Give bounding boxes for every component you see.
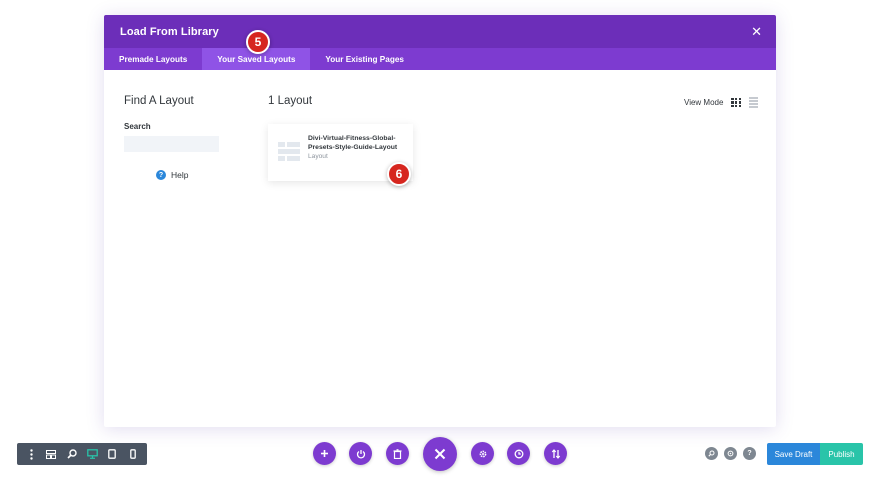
close-icon[interactable]: ✕ [751,24,762,40]
sort-button[interactable] [544,442,567,465]
layout-type: Layout [308,153,328,161]
history-button[interactable] [507,442,530,465]
find-layout-title: Find A Layout [124,95,194,107]
step-badge-tab: 5 [246,30,270,54]
list-view-icon[interactable] [749,97,758,108]
modal-title: Load From Library [120,25,219,38]
grid-view-icon[interactable] [731,97,741,108]
help-link[interactable]: ? Help [156,170,224,180]
portability-button[interactable] [349,442,372,465]
search-label: Search [124,122,151,131]
phone-view-icon[interactable] [123,443,143,465]
layout-icon [278,142,300,161]
layers-icon[interactable] [724,447,737,460]
trash-icon [393,448,402,459]
layout-name: Divi-Virtual-Fitness-Global-Presets-Styl… [308,135,398,151]
tab-your-existing-pages[interactable]: Your Existing Pages [310,48,419,70]
builder-actions-bar [313,437,567,471]
gear-icon [479,450,486,457]
layout-filter-sidebar: Find A Layout Search ? Help [124,95,224,180]
view-mode-label: View Mode [684,97,724,107]
help-label: Help [171,170,189,180]
tablet-view-icon[interactable] [102,443,122,465]
help-icon: ? [156,170,166,180]
desktop-view-icon[interactable] [82,443,102,465]
page-settings-toolbar [17,443,147,465]
page-settings-button[interactable] [471,442,494,465]
library-tabs: Premade Layouts Your Saved Layouts Your … [104,48,776,70]
clear-layout-button[interactable] [386,442,409,465]
modal-header: Load From Library ✕ [104,15,776,48]
up-down-arrows-icon [551,448,560,459]
view-mode-toggle: View Mode [684,97,758,108]
help-circle-icon[interactable]: ? [743,447,756,460]
clock-icon [514,449,523,458]
close-actions-button[interactable] [423,437,457,471]
search-input[interactable] [124,136,219,152]
layout-count-title: 1 Layout [268,95,313,107]
search-icon[interactable] [705,447,718,460]
plus-icon [321,450,328,457]
load-from-library-modal: Load From Library ✕ Premade Layouts Your… [104,15,776,427]
step-badge-card: 6 [387,162,411,186]
save-draft-button[interactable]: Save Draft [767,443,820,465]
more-options-icon[interactable] [21,443,41,465]
tab-premade-layouts[interactable]: Premade Layouts [104,48,202,70]
power-icon [356,449,365,459]
utility-icons: ? [705,447,756,460]
wireframe-view-icon[interactable] [41,443,61,465]
add-button[interactable] [313,442,336,465]
close-icon [434,448,446,460]
publish-button[interactable]: Publish [820,443,863,465]
zoom-icon[interactable] [62,443,82,465]
